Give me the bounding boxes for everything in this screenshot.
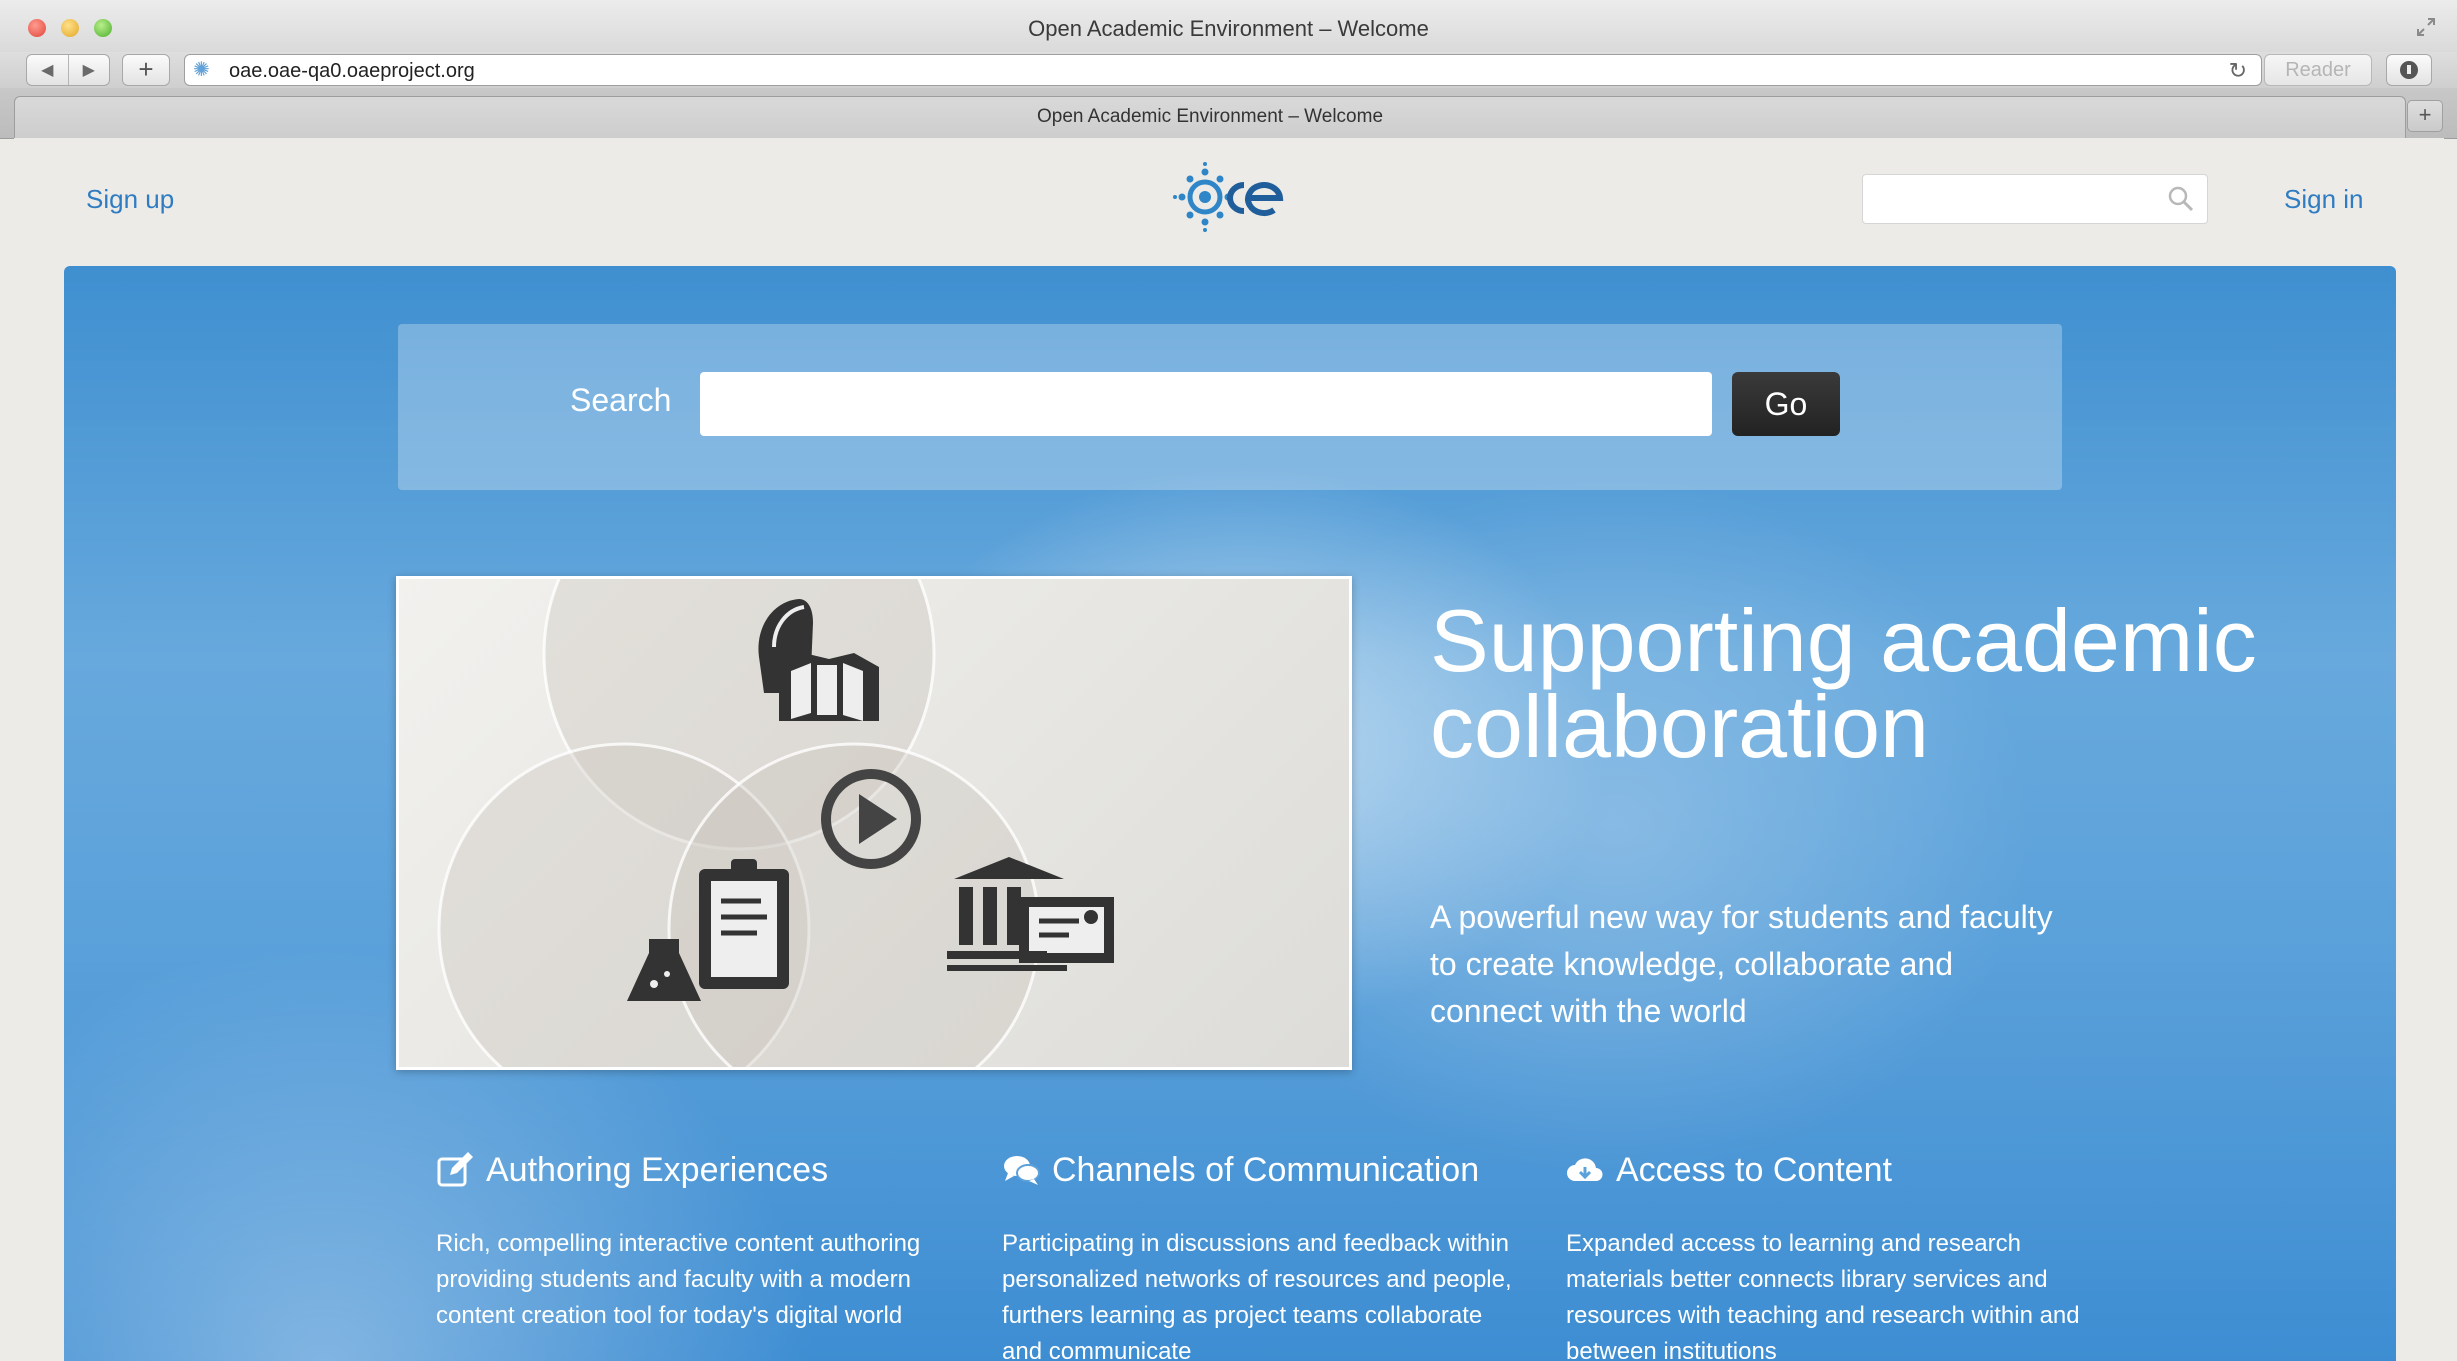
url-text[interactable]: oae.oae-qa0.oaeproject.org [229,60,475,83]
reload-icon[interactable]: ↻ [2229,58,2247,84]
forward-arrow-icon: ▶ [82,62,95,79]
feature-access: Access to Content Expanded access to lea… [1566,1146,2086,1361]
window-title: Open Academic Environment – Welcome [1028,16,1429,41]
hero-search-input[interactable] [700,372,1712,436]
feature-title: Access to Content [1616,1150,1892,1189]
back-button[interactable]: ◀ [27,55,68,85]
fullscreen-icon[interactable] [2415,16,2439,40]
downloads-button[interactable] [2386,54,2432,86]
new-tab-button[interactable]: + [122,54,170,86]
signup-link[interactable]: Sign up [86,184,174,215]
add-tab-button[interactable]: + [2407,100,2443,132]
lecture-hall-icon [947,857,1114,971]
hero-headline: Supporting academic collaboration [1430,591,2257,776]
address-bar[interactable]: ✺ oae.oae-qa0.oaeproject.org ↻ [184,54,2262,86]
history-nav: ◀ ▶ [26,54,110,86]
back-arrow-icon: ◀ [41,62,54,79]
feature-description: Participating in discussions and feedbac… [1002,1230,1512,1361]
feature-title: Authoring Experiences [486,1150,829,1189]
hero-section: Search Go Supporting academic collaborat… [64,266,2396,1361]
forward-button[interactable]: ▶ [67,55,110,85]
chat-icon [1002,1151,1040,1189]
feature-communication: Channels of Communication Participating … [1002,1146,1522,1361]
feature-description: Expanded access to learning and research… [1566,1230,2080,1361]
download-icon [2400,61,2418,79]
browser-window: Open Academic Environment – Welcome ◀ ▶ … [0,0,2457,1361]
site-favicon-icon: ✺ [193,59,210,81]
feature-authoring: Authoring Experiences Rich, compelling i… [436,1146,956,1334]
go-button[interactable]: Go [1732,372,1840,436]
header-search-input[interactable] [1873,183,2147,215]
web-page: Sign up Sign in Search Go Supporting aca… [14,138,2444,1361]
oae-logo-icon[interactable] [1172,160,1302,234]
browser-toolbar: ◀ ▶ + ✺ oae.oae-qa0.oaeproject.org ↻ Rea… [0,52,2457,88]
tab-strip: Open Academic Environment – Welcome + [0,88,2457,139]
feature-description: Rich, compelling interactive content aut… [436,1230,921,1329]
search-icon[interactable] [2167,185,2195,218]
reader-button[interactable]: Reader [2264,54,2372,86]
title-bar: Open Academic Environment – Welcome [0,0,2457,52]
tab-welcome[interactable]: Open Academic Environment – Welcome [14,96,2406,139]
signin-link[interactable]: Sign in [2284,184,2364,215]
cloud-download-icon [1566,1151,1604,1189]
search-label: Search [570,382,672,418]
feature-title: Channels of Communication [1052,1150,1480,1189]
hero-tagline: A powerful new way for students and facu… [1430,899,2053,1029]
intro-video[interactable] [396,576,1352,1070]
header-search-field[interactable] [1862,174,2208,224]
edit-icon [436,1151,474,1189]
hero-search-panel: Search Go [398,324,2062,490]
